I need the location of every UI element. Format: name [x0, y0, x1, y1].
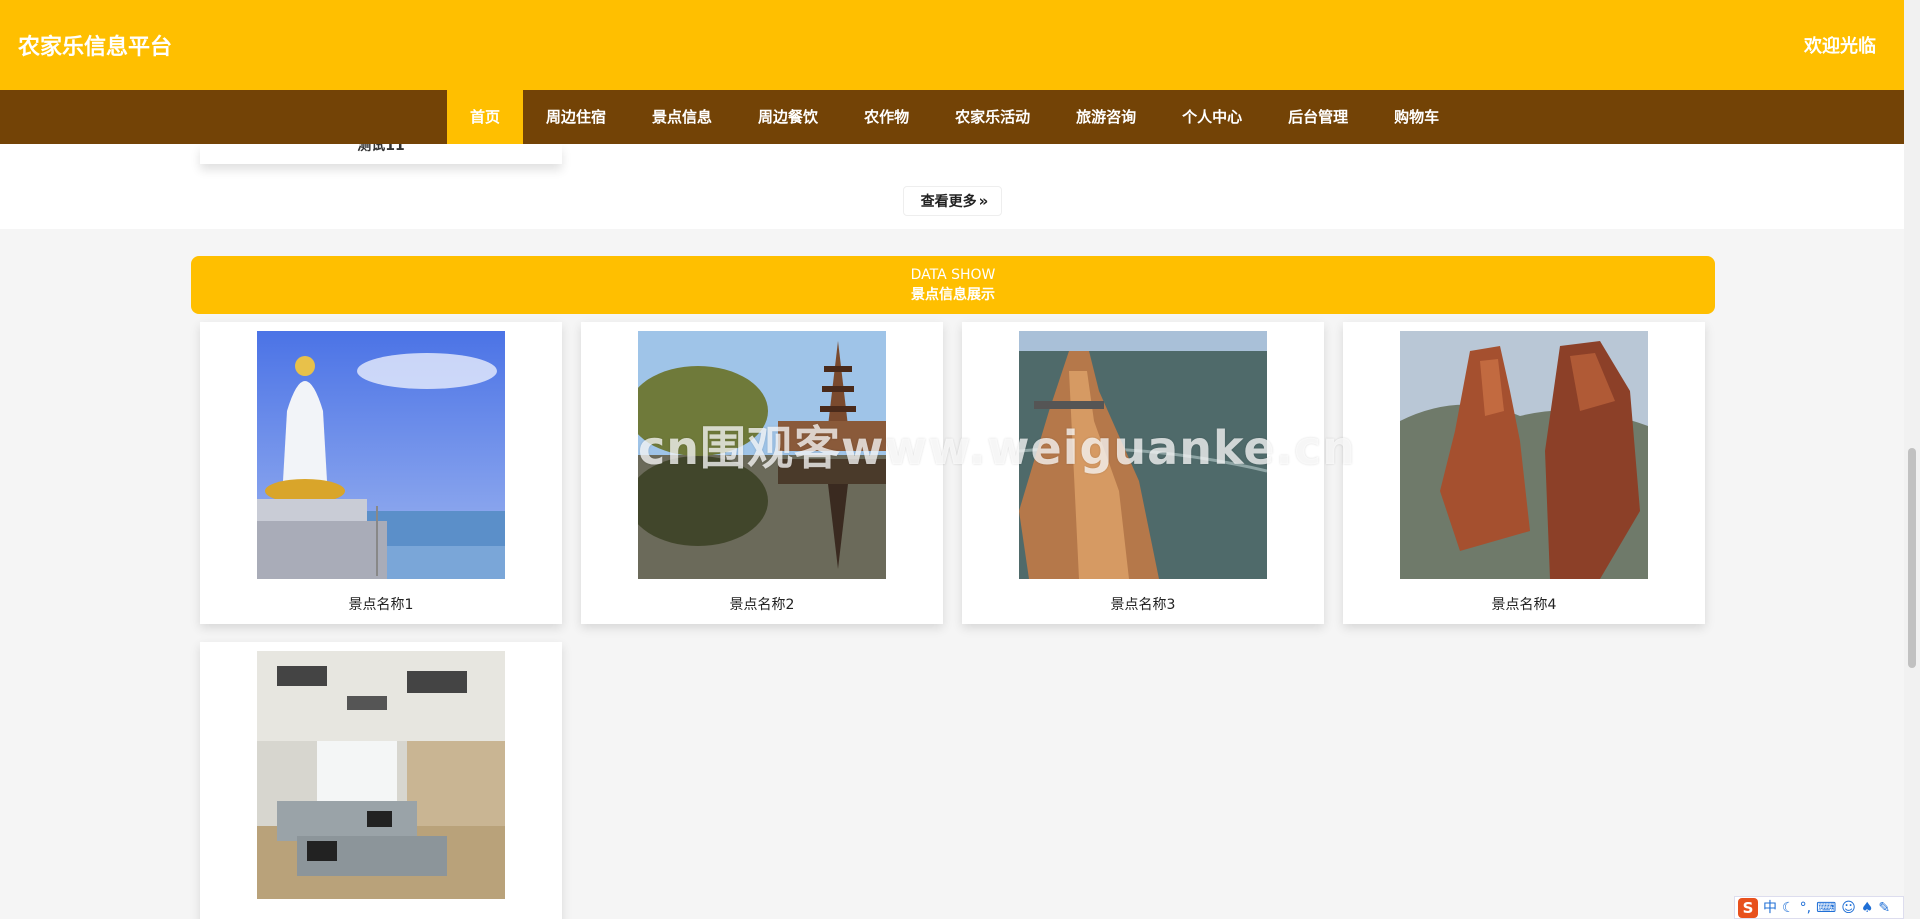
attraction-card-5[interactable]: [200, 642, 562, 919]
attraction-label-1[interactable]: 景点名称1: [200, 594, 562, 614]
site-header: 农家乐信息平台 欢迎光临: [0, 0, 1904, 90]
shirt-icon[interactable]: ♠: [1861, 898, 1874, 918]
attraction-card-3[interactable]: 景点名称3: [962, 322, 1324, 624]
banner-title-en: DATA SHOW: [910, 267, 996, 283]
data-show-banner: DATA SHOW 景点信息展示: [191, 256, 1715, 314]
attraction-image-2[interactable]: [638, 331, 886, 579]
nav-list: 首页 周边住宿 景点信息 周边餐饮 农作物 农家乐活动 旅游咨询 个人中心 后台…: [447, 90, 1462, 144]
moon-icon[interactable]: ☾: [1782, 898, 1795, 918]
welcome-text: 欢迎光临: [1804, 36, 1876, 57]
main-nav: 首页 周边住宿 景点信息 周边餐饮 农作物 农家乐活动 旅游咨询 个人中心 后台…: [0, 90, 1904, 144]
view-more-button[interactable]: 查看更多 »: [903, 186, 1002, 216]
double-chevron-right-icon: »: [978, 192, 989, 210]
attraction-card-4[interactable]: 景点名称4: [1343, 322, 1705, 624]
site-title[interactable]: 农家乐信息平台: [18, 29, 172, 61]
page: 农家乐信息平台 欢迎光临 首页 周边住宿 景点信息 周边餐饮 农作物 农家乐活动…: [0, 0, 1920, 919]
partial-card[interactable]: 测试11: [200, 138, 562, 164]
attraction-card-1[interactable]: 景点名称1: [200, 322, 562, 624]
sogou-logo-icon[interactable]: S: [1738, 897, 1758, 918]
nav-item-attractions[interactable]: 景点信息: [629, 90, 735, 144]
attraction-image-3[interactable]: [1019, 331, 1267, 579]
nav-item-dining[interactable]: 周边餐饮: [735, 90, 841, 144]
nav-item-personal-center[interactable]: 个人中心: [1159, 90, 1265, 144]
attraction-card-2[interactable]: 景点名称2: [581, 322, 943, 624]
nav-item-lodging[interactable]: 周边住宿: [523, 90, 629, 144]
nav-item-admin[interactable]: 后台管理: [1265, 90, 1371, 144]
nav-item-crops[interactable]: 农作物: [841, 90, 932, 144]
previous-section: 测试11 查看更多 »: [0, 138, 1904, 229]
wrench-icon[interactable]: ✎: [1878, 898, 1890, 918]
attraction-image-4[interactable]: [1400, 331, 1648, 579]
punctuation-icon[interactable]: °,: [1800, 898, 1811, 918]
attraction-label-3[interactable]: 景点名称3: [962, 594, 1324, 614]
ime-toolbar[interactable]: S 中 ☾ °, ⌨ ☺ ♠ ✎: [1734, 896, 1904, 919]
attraction-label-2[interactable]: 景点名称2: [581, 594, 943, 614]
keyboard-icon[interactable]: ⌨: [1816, 898, 1836, 918]
page-scrollbar[interactable]: [1904, 0, 1920, 919]
nav-item-travel-consult[interactable]: 旅游咨询: [1053, 90, 1159, 144]
nav-item-cart[interactable]: 购物车: [1371, 90, 1462, 144]
view-more-label: 查看更多: [920, 194, 977, 210]
nav-item-home[interactable]: 首页: [447, 90, 524, 144]
attraction-image-1[interactable]: [257, 331, 505, 579]
nav-item-activities[interactable]: 农家乐活动: [932, 90, 1053, 144]
user-icon[interactable]: ☺: [1841, 898, 1856, 918]
attraction-image-5[interactable]: [257, 651, 505, 899]
ime-mode[interactable]: 中: [1763, 898, 1777, 918]
scrollbar-thumb[interactable]: [1908, 448, 1916, 668]
attraction-label-4[interactable]: 景点名称4: [1343, 594, 1705, 614]
banner-title-cn: 景点信息展示: [911, 287, 995, 303]
